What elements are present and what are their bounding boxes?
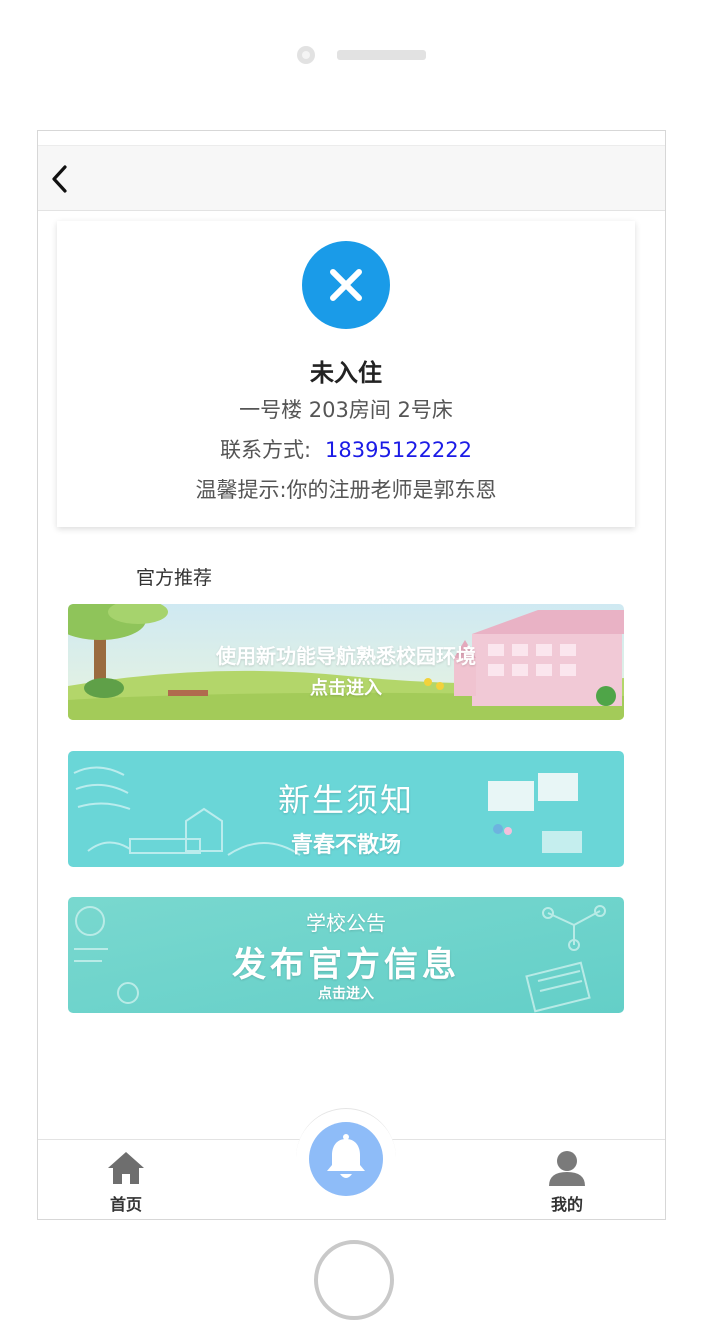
app-screen: 未入住 一号楼 203房间 2号床 联系方式: 18395122222 温馨提示:… [37, 130, 666, 1220]
banner-kicker: 学校公告 [306, 911, 386, 935]
navigation-bar [38, 145, 665, 211]
back-arrow-icon[interactable] [46, 162, 76, 196]
notification-bell-button[interactable] [309, 1122, 383, 1196]
speaker-grille [337, 50, 426, 60]
banner-subtitle: 点击进入 [310, 678, 382, 699]
front-camera [297, 46, 315, 64]
phone-frame: 未入住 一号楼 203房间 2号床 联系方式: 18395122222 温馨提示:… [0, 0, 703, 1334]
bell-icon [327, 1134, 365, 1178]
teacher-tip: 温馨提示:你的注册老师是郭东恩 [195, 478, 497, 502]
banner-subtitle: 青春不散场 [290, 833, 401, 858]
banner-title: 新生须知 [277, 781, 414, 819]
contact-phone-link[interactable]: 18395122222 [325, 438, 472, 462]
school-announcement-banner[interactable]: 学校公告 发布官方信息 点击进入 [68, 897, 624, 1013]
section-title: 官方推荐 [136, 567, 213, 589]
banner-subtitle: 点击进入 [318, 986, 374, 1002]
contact-label: 联系方式: [219, 438, 312, 462]
room-info: 一号楼 203房间 2号床 [239, 398, 453, 422]
banner-title: 发布官方信息 [232, 945, 460, 985]
user-icon [549, 1151, 585, 1186]
tab-home[interactable]: 首页 [96, 1148, 156, 1214]
home-icon [108, 1152, 144, 1184]
campus-navigation-banner[interactable]: 使用新功能导航熟悉校园环境 点击进入 [68, 604, 624, 720]
banner-title: 使用新功能导航熟悉校园环境 [216, 644, 476, 668]
tab-home-label: 首页 [109, 1195, 142, 1214]
check-in-status-card: 未入住 一号楼 203房间 2号床 联系方式: 18395122222 温馨提示:… [57, 221, 635, 527]
hardware-home-button[interactable] [314, 1240, 394, 1320]
tab-mine[interactable]: 我的 [537, 1148, 597, 1214]
close-icon [302, 241, 390, 329]
tab-mine-label: 我的 [550, 1195, 583, 1214]
freshman-notice-banner[interactable]: 新生须知 青春不散场 [68, 751, 624, 867]
contact-row: 联系方式: 18395122222 [57, 434, 635, 464]
status-title: 未入住 [310, 359, 382, 387]
